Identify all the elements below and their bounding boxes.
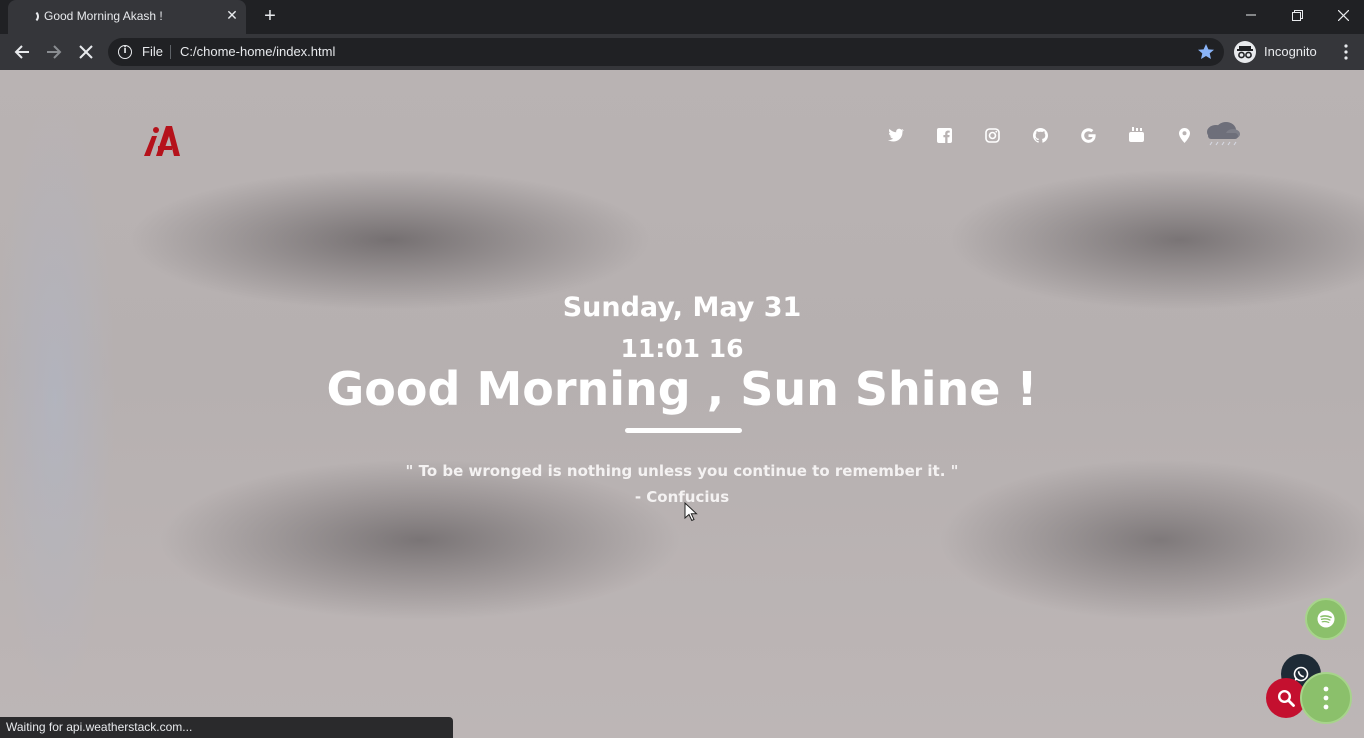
back-button[interactable] bbox=[8, 38, 36, 66]
site-logo-icon[interactable] bbox=[142, 122, 182, 158]
new-tab-button[interactable]: + bbox=[258, 4, 282, 28]
address-bar[interactable]: i File C:/chome-home/index.html bbox=[108, 38, 1224, 66]
twitter-icon[interactable] bbox=[872, 124, 920, 146]
status-bar: Waiting for api.weatherstack.com... bbox=[0, 717, 453, 738]
forward-button[interactable] bbox=[40, 38, 68, 66]
facebook-icon[interactable] bbox=[920, 124, 968, 146]
social-links bbox=[872, 124, 1208, 146]
more-vertical-icon bbox=[1323, 686, 1329, 710]
instagram-icon[interactable] bbox=[968, 124, 1016, 146]
incognito-indicator[interactable]: Incognito bbox=[1230, 38, 1326, 66]
tab-close-icon[interactable]: ✕ bbox=[223, 7, 241, 25]
omnibox-divider bbox=[170, 45, 171, 59]
browser-menu-button[interactable] bbox=[1332, 38, 1360, 66]
scheme-label: File bbox=[142, 44, 163, 59]
spotify-icon bbox=[1317, 610, 1335, 628]
tab-active[interactable]: Good Morning Akash ! ✕ bbox=[8, 0, 246, 34]
greeting-underline bbox=[625, 428, 742, 433]
mouse-pointer-icon bbox=[684, 502, 698, 522]
close-icon bbox=[1337, 9, 1349, 21]
status-text: Waiting for api.weatherstack.com... bbox=[6, 720, 193, 734]
restore-icon bbox=[1291, 9, 1303, 21]
location-icon[interactable] bbox=[1160, 124, 1208, 146]
youtube-icon[interactable] bbox=[1112, 124, 1160, 146]
spotify-button[interactable] bbox=[1305, 598, 1347, 640]
url-text[interactable]: C:/chome-home/index.html bbox=[180, 44, 335, 59]
loading-spinner-icon bbox=[26, 10, 39, 23]
stop-loading-button[interactable] bbox=[72, 38, 100, 66]
minimize-icon bbox=[1246, 14, 1256, 16]
more-options-button[interactable] bbox=[1300, 672, 1352, 724]
arrow-right-icon bbox=[47, 45, 62, 59]
tab-title: Good Morning Akash ! bbox=[44, 9, 163, 23]
quote-text: " To be wronged is nothing unless you co… bbox=[405, 462, 959, 480]
incognito-label: Incognito bbox=[1264, 44, 1317, 59]
browser-toolbar: i File C:/chome-home/index.html Incognit… bbox=[0, 34, 1364, 70]
arrow-left-icon bbox=[14, 45, 29, 59]
close-window-button[interactable] bbox=[1320, 0, 1364, 30]
title-bar: Good Morning Akash ! ✕ + bbox=[0, 0, 1364, 34]
greeting-heading: Good Morning , Sun Shine ! bbox=[326, 362, 1038, 416]
page-viewport: Sunday, May 31 11:01 16 Good Morning , S… bbox=[0, 70, 1364, 738]
minimize-button[interactable] bbox=[1228, 0, 1274, 30]
google-icon[interactable] bbox=[1064, 124, 1112, 146]
restore-button[interactable] bbox=[1274, 0, 1320, 30]
rain-cloud-icon[interactable] bbox=[1202, 120, 1242, 146]
date-display: Sunday, May 31 bbox=[562, 292, 802, 323]
more-vertical-icon bbox=[1344, 44, 1348, 60]
search-icon bbox=[1277, 689, 1295, 707]
incognito-icon bbox=[1234, 41, 1256, 63]
github-icon[interactable] bbox=[1016, 124, 1064, 146]
bookmark-star-icon[interactable] bbox=[1196, 42, 1216, 62]
time-display: 11:01 16 bbox=[620, 334, 744, 363]
close-icon bbox=[79, 45, 93, 59]
quote-author: - Confucius bbox=[634, 488, 730, 506]
info-icon[interactable]: i bbox=[118, 45, 132, 59]
